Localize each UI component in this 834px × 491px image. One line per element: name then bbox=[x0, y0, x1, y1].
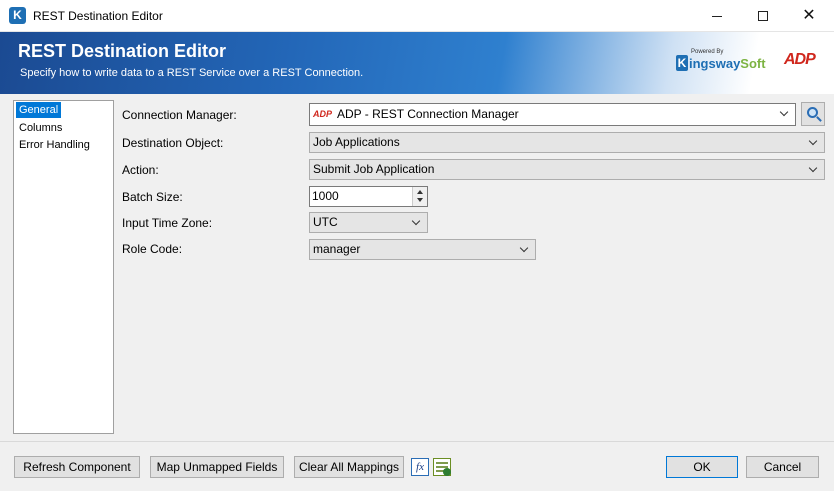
map-unmapped-fields-button[interactable]: Map Unmapped Fields bbox=[150, 456, 284, 478]
stepper-buttons[interactable] bbox=[412, 187, 427, 206]
chevron-down-icon bbox=[411, 213, 423, 232]
adp-connection-icon: ADP bbox=[313, 109, 333, 119]
grid-check-icon[interactable] bbox=[433, 458, 451, 476]
chevron-down-icon bbox=[779, 104, 791, 123]
role-code-label: Role Code: bbox=[122, 242, 183, 256]
minimize-icon bbox=[712, 15, 722, 17]
search-button[interactable] bbox=[801, 102, 825, 126]
check-icon bbox=[443, 468, 451, 476]
batch-size-value: 1000 bbox=[312, 189, 339, 203]
nav-item-columns[interactable]: Columns bbox=[16, 120, 111, 136]
action-value: Submit Job Application bbox=[313, 162, 435, 176]
clear-all-mappings-button[interactable]: Clear All Mappings bbox=[294, 456, 404, 478]
close-icon: ✕ bbox=[802, 7, 816, 24]
footer-divider bbox=[0, 441, 834, 442]
cancel-button[interactable]: Cancel bbox=[746, 456, 819, 478]
chevron-down-icon bbox=[519, 240, 531, 259]
batch-size-stepper[interactable]: 1000 bbox=[309, 186, 428, 207]
banner-subtitle: Specify how to write data to a REST Serv… bbox=[20, 67, 364, 79]
kingsway-k-icon: K bbox=[9, 7, 26, 24]
nav-item-error-handling[interactable]: Error Handling bbox=[16, 137, 111, 153]
arrow-down-icon[interactable] bbox=[417, 198, 423, 202]
destination-object-label: Destination Object: bbox=[122, 136, 224, 150]
input-time-zone-value: UTC bbox=[313, 215, 338, 229]
powered-by-text: Powered By bbox=[691, 49, 724, 55]
kingsway-logo-k: K bbox=[676, 55, 688, 71]
adp-logo: ADP bbox=[784, 51, 816, 68]
role-code-select[interactable]: manager bbox=[309, 239, 536, 260]
destination-object-value: Job Applications bbox=[313, 135, 400, 149]
window-title: REST Destination Editor bbox=[33, 9, 163, 23]
batch-size-label: Batch Size: bbox=[122, 190, 183, 204]
title-bar: K REST Destination Editor ✕ bbox=[0, 0, 834, 32]
fx-icon[interactable]: fx bbox=[411, 458, 429, 476]
chevron-down-icon bbox=[808, 160, 820, 179]
nav-item-general[interactable]: General bbox=[16, 102, 62, 118]
action-select[interactable]: Submit Job Application bbox=[309, 159, 825, 180]
connection-manager-label: Connection Manager: bbox=[122, 108, 237, 122]
arrow-up-icon[interactable] bbox=[417, 190, 423, 194]
input-time-zone-select[interactable]: UTC bbox=[309, 212, 428, 233]
maximize-button[interactable] bbox=[740, 0, 786, 31]
ok-button[interactable]: OK bbox=[666, 456, 738, 478]
kingsway-name-part2: Soft bbox=[740, 56, 766, 71]
search-icon-handle bbox=[816, 116, 822, 122]
role-code-value: manager bbox=[313, 242, 361, 256]
refresh-component-button[interactable]: Refresh Component bbox=[14, 456, 140, 478]
destination-object-select[interactable]: Job Applications bbox=[309, 132, 825, 153]
close-button[interactable]: ✕ bbox=[786, 0, 832, 31]
action-label: Action: bbox=[122, 163, 159, 177]
chevron-down-icon bbox=[808, 133, 820, 152]
kingswaysoft-logo: Powered By K ingswaySoft bbox=[676, 47, 766, 77]
minimize-button[interactable] bbox=[694, 0, 740, 31]
nav-list: General Columns Error Handling bbox=[13, 100, 114, 434]
maximize-icon bbox=[758, 11, 768, 22]
connection-manager-value: ADP - REST Connection Manager bbox=[337, 107, 519, 121]
kingsway-name-part1: ingsway bbox=[689, 56, 741, 71]
input-time-zone-label: Input Time Zone: bbox=[122, 216, 213, 230]
banner-title: REST Destination Editor bbox=[18, 41, 227, 61]
kingsway-logo-name: ingswaySoft bbox=[689, 56, 766, 71]
header-banner: REST Destination Editor Specify how to w… bbox=[0, 32, 834, 94]
connection-manager-select[interactable]: ADP ADP - REST Connection Manager bbox=[309, 103, 796, 126]
